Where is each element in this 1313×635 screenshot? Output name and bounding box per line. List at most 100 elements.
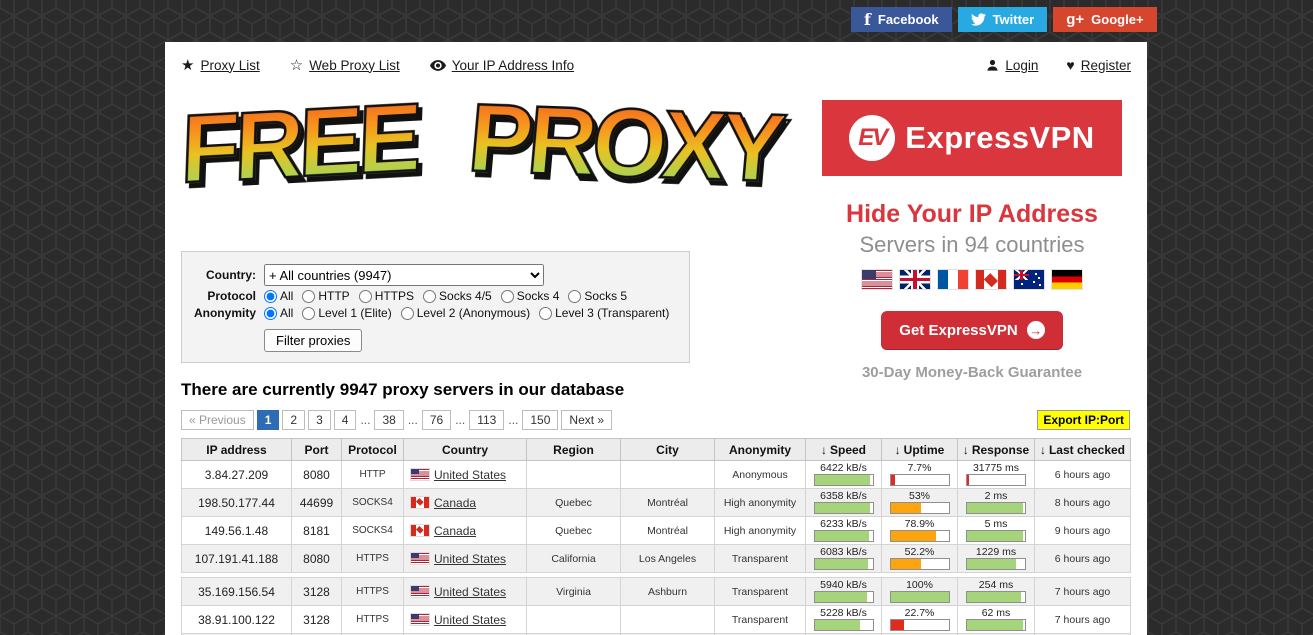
anonymity-radio[interactable] xyxy=(264,307,277,320)
cta-label: Get ExpressVPN xyxy=(899,322,1017,339)
twitter-icon xyxy=(971,12,986,27)
country-link[interactable]: United States xyxy=(434,552,506,566)
port-cell: 3128 xyxy=(292,606,342,634)
port-cell: 8181 xyxy=(292,517,342,545)
twitter-button[interactable]: Twitter xyxy=(958,7,1048,32)
country-cell: United States xyxy=(404,461,527,489)
response-cell: 1229 ms xyxy=(958,545,1035,573)
anonymity-radio[interactable] xyxy=(539,307,552,320)
protocol-option-http[interactable]: HTTP xyxy=(302,289,349,303)
country-link[interactable]: United States xyxy=(434,585,506,599)
city-cell xyxy=(621,461,715,489)
speed-cell: 6233 kB/s xyxy=(806,517,882,545)
protocol-radio[interactable] xyxy=(302,290,315,303)
page-button-113[interactable]: 113 xyxy=(469,410,504,430)
facebook-button[interactable]: f Facebook xyxy=(851,7,952,32)
page-button-previous[interactable]: « Previous xyxy=(181,410,254,430)
protocol-radio[interactable] xyxy=(568,290,581,303)
ip-address-cell: 198.50.177.44 xyxy=(182,489,292,517)
country-link[interactable]: United States xyxy=(434,613,506,627)
uptime-bar xyxy=(890,502,950,514)
table-body: 3.84.27.209 8080 HTTP United States Anon… xyxy=(182,461,1131,635)
response-bar xyxy=(966,474,1026,486)
anonymity-radio[interactable] xyxy=(401,307,414,320)
page-button-1[interactable]: 1 xyxy=(257,410,280,430)
flag-us-icon xyxy=(411,586,429,597)
response-bar xyxy=(966,591,1026,603)
page-button-4[interactable]: 4 xyxy=(334,410,357,430)
table-row: 107.191.41.188 8080 HTTPS United States … xyxy=(182,545,1131,573)
nav-proxy-list[interactable]: ★ Proxy List xyxy=(181,58,260,73)
nav-register-label: Register xyxy=(1081,58,1131,73)
anonymity-option-all[interactable]: All xyxy=(264,306,293,320)
speed-bar xyxy=(814,591,874,603)
response-cell: 31775 ms xyxy=(958,461,1035,489)
column-header-response[interactable]: ↓Response xyxy=(958,439,1035,461)
nav-register[interactable]: ♥ Register xyxy=(1066,57,1131,73)
column-header-protocol: Protocol xyxy=(342,439,404,461)
flag-ca-icon xyxy=(976,270,1006,289)
column-header-last-checked[interactable]: ↓Last checked xyxy=(1035,439,1131,461)
page-button-next[interactable]: Next » xyxy=(561,410,612,430)
anonymity-option-level-2-anonymous-[interactable]: Level 2 (Anonymous) xyxy=(401,306,530,320)
ad-country-flags xyxy=(822,270,1122,289)
anonymity-radio[interactable] xyxy=(302,307,315,320)
googleplus-button[interactable]: g+ Google+ xyxy=(1053,7,1156,32)
uptime-cell: 53% xyxy=(882,489,958,517)
anonymity-option-level-3-transparent-[interactable]: Level 3 (Transparent) xyxy=(539,306,669,320)
ip-address-cell: 35.169.156.54 xyxy=(182,578,292,606)
protocol-radio[interactable] xyxy=(423,290,436,303)
anonymity-cell: High anonymity xyxy=(715,517,806,545)
expressvpn-logo-icon: EV xyxy=(849,115,895,161)
protocol-options: All HTTP HTTPS Socks 4/5 Socks 4 Socks 5 xyxy=(264,289,636,303)
protocol-cell: HTTP xyxy=(342,461,404,489)
page-button-2[interactable]: 2 xyxy=(282,410,305,430)
country-link[interactable]: United States xyxy=(434,468,506,482)
port-cell: 8080 xyxy=(292,461,342,489)
country-link[interactable]: Canada xyxy=(434,496,476,510)
country-link[interactable]: Canada xyxy=(434,524,476,538)
arrow-right-icon: → xyxy=(1027,321,1045,339)
anonymity-label: Anonymity xyxy=(182,306,256,320)
page-button-150[interactable]: 150 xyxy=(522,410,558,430)
protocol-label: Protocol xyxy=(182,289,256,303)
country-cell: United States xyxy=(404,606,527,634)
protocol-option-https[interactable]: HTTPS xyxy=(359,289,414,303)
pagination-row: « Previous1234...38...76...113...150Next… xyxy=(181,410,1130,430)
page-button-76[interactable]: 76 xyxy=(422,410,451,430)
column-header-speed[interactable]: ↓Speed xyxy=(806,439,882,461)
nav-web-proxy-list[interactable]: ☆ Web Proxy List xyxy=(290,58,400,73)
money-back-guarantee: 30-Day Money-Back Guarantee xyxy=(822,364,1122,381)
protocol-radio[interactable] xyxy=(501,290,514,303)
country-cell: Canada xyxy=(404,489,527,517)
column-header-country: Country xyxy=(404,439,527,461)
nav-ip-info[interactable]: Your IP Address Info xyxy=(430,58,574,73)
page-button-38[interactable]: 38 xyxy=(374,410,403,430)
country-select[interactable]: + All countries (9947) xyxy=(264,264,544,286)
speed-bar xyxy=(814,558,874,570)
anonymity-option-level-1-elite-[interactable]: Level 1 (Elite) xyxy=(302,306,391,320)
anonymity-cell: Anonymous xyxy=(715,461,806,489)
googleplus-label: Google+ xyxy=(1091,12,1143,27)
expressvpn-brand: ExpressVPN xyxy=(905,120,1094,156)
column-header-uptime[interactable]: ↓Uptime xyxy=(882,439,958,461)
protocol-radio[interactable] xyxy=(264,290,277,303)
get-expressvpn-button[interactable]: Get ExpressVPN → xyxy=(881,311,1062,349)
anonymity-cell: High anonymity xyxy=(715,489,806,517)
export-ip-port-button[interactable]: Export IP:Port xyxy=(1037,410,1130,430)
last-checked-cell: 8 hours ago xyxy=(1035,489,1131,517)
protocol-option-all[interactable]: All xyxy=(264,289,293,303)
nav-login[interactable]: Login xyxy=(986,58,1038,73)
protocol-option-socks-5[interactable]: Socks 5 xyxy=(568,289,627,303)
last-checked-cell: 6 hours ago xyxy=(1035,461,1131,489)
filter-proxies-button[interactable]: Filter proxies xyxy=(264,329,362,352)
protocol-radio[interactable] xyxy=(359,290,372,303)
page-button-3[interactable]: 3 xyxy=(308,410,331,430)
protocol-option-socks-4[interactable]: Socks 4 xyxy=(501,289,560,303)
expressvpn-banner[interactable]: EV ExpressVPN xyxy=(822,100,1122,176)
flag-gb-icon xyxy=(900,270,930,289)
speed-bar xyxy=(814,474,874,486)
pagination-ellipsis: ... xyxy=(407,411,419,429)
country-cell: United States xyxy=(404,578,527,606)
protocol-option-socks-4-5[interactable]: Socks 4/5 xyxy=(423,289,492,303)
